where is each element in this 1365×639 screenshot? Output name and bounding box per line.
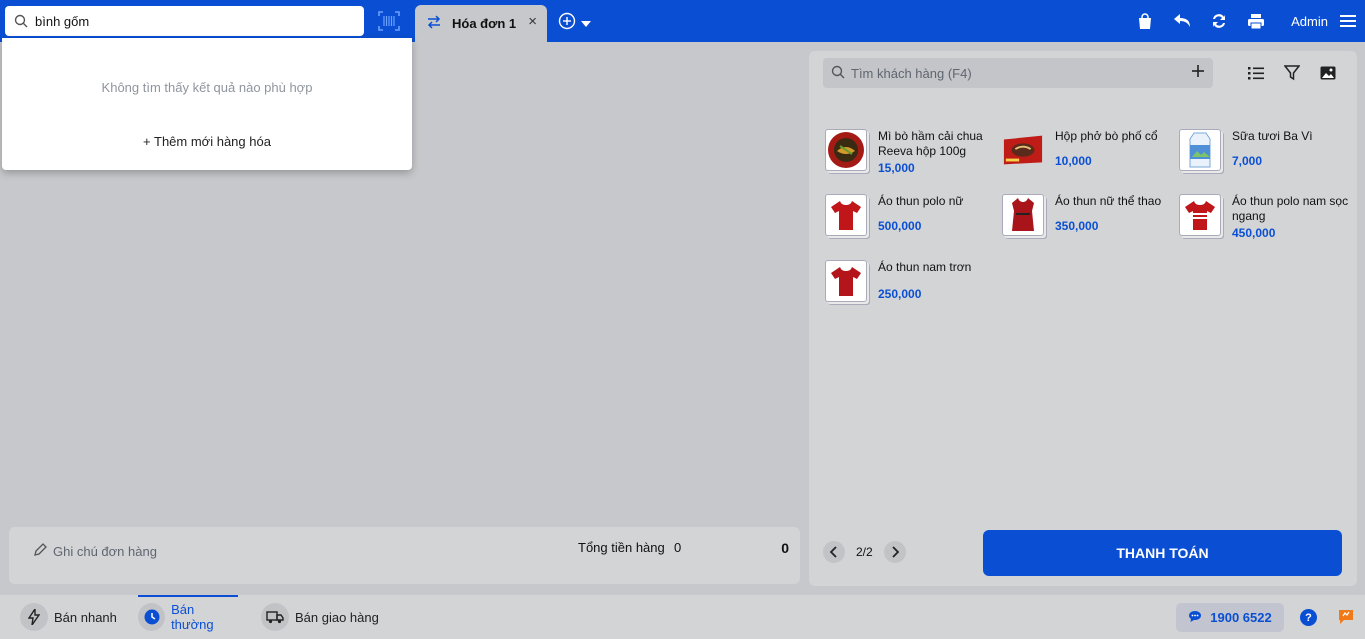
image-view-icon[interactable] [1319,64,1337,82]
product-name: Sữa tươi Ba Vì [1232,129,1313,143]
product-price: 250,000 [878,287,922,301]
user-name[interactable]: Admin [1291,14,1328,29]
product-item[interactable]: Áo thun nữ thể thao 350,000 [1002,194,1172,254]
list-view-icon[interactable] [1247,64,1265,82]
product-price: 350,000 [1055,219,1099,233]
order-note-placeholder: Ghi chú đơn hàng [53,544,157,559]
product-name: Mì bò hầm cải chua Reeva hộp 100g [878,129,983,158]
prev-page-button[interactable] [823,541,845,563]
search-results-dropdown: Không tìm thấy kết quả nào phù hợp + Thê… [2,38,412,170]
feedback-icon[interactable] [1338,609,1354,625]
total-item-count: 0 [674,540,682,555]
product-price: 10,000 [1055,154,1092,168]
chevron-down-icon [581,15,591,30]
product-name: Áo thun polo nam sọc ngang [1232,194,1349,223]
product-item[interactable]: Hộp phở bò phố cổ 10,000 [1002,129,1172,189]
add-customer-icon[interactable] [1191,64,1205,81]
pencil-icon [33,543,47,560]
hamburger-menu-icon[interactable] [1340,14,1356,28]
add-new-product-link[interactable]: + Thêm mới hàng hóa [2,134,412,149]
hotline-button[interactable]: 1900 6522 [1176,603,1284,632]
product-search-box[interactable] [5,6,364,36]
top-right-actions: Admin [1135,0,1365,42]
product-name: Hộp phở bò phố cổ [1055,129,1158,143]
product-item[interactable]: Mì bò hầm cải chua Reeva hộp 100g 15,000 [825,129,995,189]
barcode-scan-icon[interactable] [378,11,400,31]
red-sport-shirt-icon [1002,194,1044,236]
pho-box-icon [1002,129,1044,171]
product-name: Áo thun nam trơn [878,260,972,274]
customer-search-box[interactable]: Tìm khách hàng (F4) [823,58,1213,88]
top-bar: Hóa đơn 1 × Admin [0,0,1365,42]
red-shirt-icon [825,260,867,302]
order-summary-bar: Ghi chú đơn hàng Tổng tiền hàng 0 0 [9,527,800,584]
close-tab-icon[interactable]: × [528,14,537,30]
clock-icon [138,603,166,631]
swap-icon [427,15,441,32]
product-item[interactable]: Sữa tươi Ba Vì 7,000 [1179,129,1349,189]
next-page-button[interactable] [883,541,906,563]
mode-normal-sale[interactable]: Bán thường [138,595,238,639]
tab-label: Hóa đơn 1 [452,16,517,31]
total-label: Tổng tiền hàng [578,540,665,555]
search-icon [831,65,845,82]
product-item[interactable]: Áo thun polo nữ 500,000 [825,194,995,254]
product-price: 450,000 [1232,226,1276,240]
sync-icon[interactable] [1209,11,1229,31]
mode-delivery-sale[interactable]: Bán giao hàng [261,595,379,639]
product-item[interactable]: Áo thun polo nam sọc ngang 450,000 [1179,194,1349,254]
shopping-bag-icon[interactable] [1135,11,1155,31]
truck-icon [261,603,289,631]
footer-bar: Bán nhanh Bán thường Bán giao hàng 1900 … [0,595,1365,639]
undo-icon[interactable] [1172,11,1192,31]
chat-icon [1188,610,1202,626]
no-results-message: Không tìm thấy kết quả nào phù hợp [101,80,313,95]
help-icon[interactable]: ? [1300,609,1317,626]
mode-label: Bán nhanh [54,609,117,625]
product-name: Áo thun polo nữ [878,194,964,208]
mode-label: Bán thường [171,602,214,632]
view-options [1229,64,1337,82]
product-price: 7,000 [1232,154,1263,168]
noodle-bowl-icon [825,129,867,171]
order-note[interactable]: Ghi chú đơn hàng [33,543,157,560]
tab-invoice-1[interactable]: Hóa đơn 1 × [415,5,547,42]
mode-quick-sale[interactable]: Bán nhanh [20,595,117,639]
milk-carton-icon [1179,129,1221,171]
search-icon [13,13,29,29]
add-tab-button[interactable] [558,12,591,33]
product-item[interactable]: Áo thun nam trơn 250,000 [825,260,995,320]
striped-shirt-icon [1179,194,1221,236]
product-panel: Tìm khách hàng (F4) Mì bò hầm cải chua R… [809,51,1357,586]
product-search-input[interactable] [35,13,335,29]
total-amount: 0 [781,540,789,556]
pagination: 2/2 [823,541,906,563]
customer-search-placeholder: Tìm khách hàng (F4) [851,65,972,81]
lightning-icon [20,603,48,631]
mode-label: Bán giao hàng [295,609,379,625]
product-price: 15,000 [878,161,915,175]
page-indicator: 2/2 [856,545,873,559]
printer-icon[interactable] [1246,11,1266,31]
product-price: 500,000 [878,219,922,233]
add-circle-icon [558,12,576,33]
checkout-button[interactable]: THANH TOÁN [983,530,1342,576]
filter-icon[interactable] [1283,64,1301,82]
hotline-number: 1900 6522 [1210,610,1272,625]
red-shirt-icon [825,194,867,236]
product-name: Áo thun nữ thể thao [1055,194,1162,208]
